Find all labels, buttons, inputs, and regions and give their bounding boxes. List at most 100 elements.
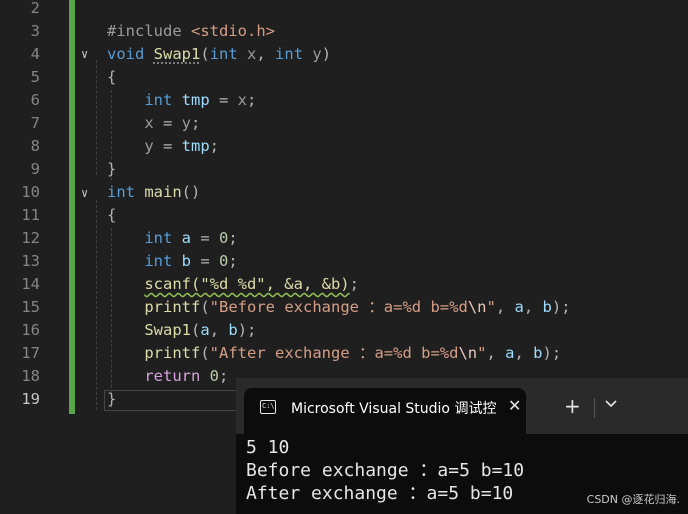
code-token: , xyxy=(209,321,229,339)
console-output-line: Before exchange ：a=5 b=10 xyxy=(246,460,525,481)
code-line[interactable]: } xyxy=(107,158,116,181)
code-token: ); xyxy=(542,344,562,362)
code-token: ; xyxy=(349,275,359,293)
code-token: ; xyxy=(209,137,220,155)
terminal-tab[interactable]: C:\ Microsoft Visual Studio 调试控 ✕ xyxy=(244,388,526,434)
code-token: ; xyxy=(228,229,238,247)
code-token: <stdio.h> xyxy=(191,22,275,40)
code-token: x xyxy=(237,91,248,109)
code-token: int xyxy=(275,45,304,63)
code-line[interactable]: #include <stdio.h> xyxy=(107,20,275,43)
code-token: x xyxy=(144,114,154,132)
code-line[interactable]: y = tmp; xyxy=(107,135,219,158)
fold-chevron-icon[interactable]: ∨ xyxy=(81,43,93,66)
code-token: a xyxy=(514,298,524,316)
code-token: } xyxy=(107,160,117,178)
code-line[interactable]: printf("After exchange ：a=%d b=%d\n", a,… xyxy=(107,342,561,365)
code-token: } xyxy=(107,390,117,408)
console-output: 5 10 Before exchange ：a=5 b=10 After excha… xyxy=(246,436,524,505)
code-token: , xyxy=(523,298,543,316)
fold-guide xyxy=(96,60,97,175)
fold-chevron-icon[interactable]: ∨ xyxy=(81,182,93,205)
code-token: y xyxy=(303,45,322,63)
line-number: 2 xyxy=(30,0,40,17)
line-number: 3 xyxy=(30,22,40,40)
line-number: 15 xyxy=(21,298,40,316)
code-token: Swap1 xyxy=(153,45,201,63)
code-token: , xyxy=(495,298,515,316)
code-token: #include xyxy=(107,22,191,40)
code-line[interactable]: int b = 0; xyxy=(107,250,238,273)
code-token: , xyxy=(514,344,534,362)
code-line[interactable]: int a = 0; xyxy=(107,227,238,250)
terminal-tab-title: Microsoft Visual Studio 调试控 xyxy=(291,401,497,417)
code-token: b xyxy=(228,321,238,339)
code-token: ; xyxy=(247,91,257,109)
code-token: a xyxy=(181,229,192,247)
chevron-down-icon[interactable] xyxy=(604,396,618,410)
code-token: b xyxy=(181,252,192,270)
code-token: = xyxy=(191,252,220,270)
code-token: " xyxy=(486,298,496,316)
code-token: int xyxy=(209,45,238,63)
code-line[interactable]: { xyxy=(107,66,116,89)
code-token: tmp xyxy=(181,137,210,155)
new-tab-button[interactable]: + xyxy=(564,393,581,419)
code-line[interactable]: scanf("%d %d", &a, &b); xyxy=(107,273,359,296)
line-number: 6 xyxy=(30,91,40,109)
line-number: 8 xyxy=(30,137,40,155)
current-line-highlight xyxy=(104,390,244,411)
code-token: \n xyxy=(458,344,478,362)
watermark-text: CSDN @逐花归海. xyxy=(586,493,680,506)
terminal-tab-bar: C:\ Microsoft Visual Studio 调试控 ✕ + xyxy=(236,378,688,434)
code-line[interactable]: { xyxy=(107,204,116,227)
code-token: b xyxy=(542,298,552,316)
code-line[interactable]: Swap1(a, b); xyxy=(107,319,256,342)
code-token: printf xyxy=(144,298,201,316)
code-token: ; xyxy=(228,252,238,270)
line-number: 14 xyxy=(21,275,40,293)
code-token: ( xyxy=(200,344,210,362)
code-token: Swap1 xyxy=(144,321,191,339)
line-number: 4 xyxy=(30,45,40,63)
code-token: ( xyxy=(200,45,210,63)
line-number: 9 xyxy=(30,160,40,178)
line-number: 12 xyxy=(21,229,40,247)
line-number: 18 xyxy=(21,367,40,385)
code-line[interactable]: printf("Before exchange ：a=%d b=%d\n", a… xyxy=(107,296,571,319)
code-token: y xyxy=(181,114,192,132)
change-indicator-bar xyxy=(69,0,75,414)
code-token: = xyxy=(153,114,182,132)
code-token: = xyxy=(153,137,182,155)
console-icon: C:\ xyxy=(260,400,276,414)
code-line[interactable]: void Swap1(int x, int y) xyxy=(107,43,331,66)
code-line[interactable]: x = y; xyxy=(107,112,200,135)
code-token: y xyxy=(144,137,154,155)
line-number: 10 xyxy=(21,183,40,201)
code-line[interactable]: return 0; xyxy=(107,365,228,388)
code-token: , xyxy=(486,344,506,362)
close-tab-icon[interactable]: ✕ xyxy=(508,396,521,415)
code-token: "Before exchange ：a=%d b=%d xyxy=(209,298,468,316)
code-token: printf xyxy=(144,344,201,362)
code-token: int xyxy=(107,183,135,201)
code-token: ); xyxy=(551,298,571,316)
code-token: 0 xyxy=(219,229,229,247)
code-line[interactable]: int main() xyxy=(107,181,200,204)
code-line[interactable]: int tmp = x; xyxy=(107,89,256,112)
code-line[interactable]: } xyxy=(107,388,116,411)
line-number: 11 xyxy=(21,206,40,224)
code-token: { xyxy=(107,206,117,224)
console-output-line: 5 10 xyxy=(246,437,290,458)
code-token: = xyxy=(209,91,238,109)
